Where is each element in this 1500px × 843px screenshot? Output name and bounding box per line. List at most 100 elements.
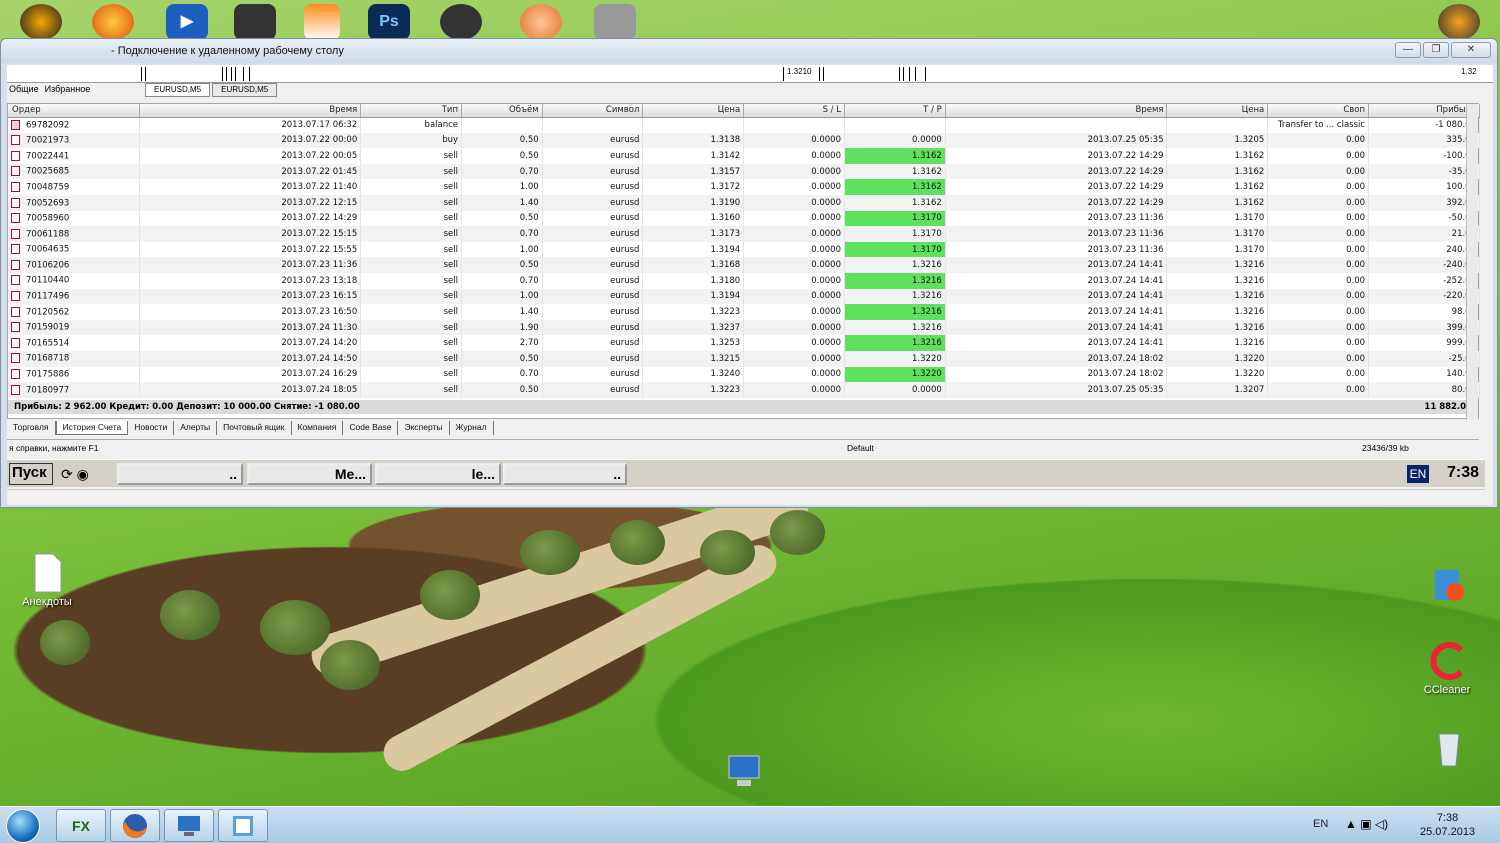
table-row[interactable]: 70064635 2013.07.22 15:55 sell 1.00 eurusd 1.…: [8, 241, 1480, 258]
quicklaunch-icons[interactable]: ⟳ ◉: [61, 466, 89, 483]
order-cell: 70022441: [8, 148, 140, 164]
vertical-scrollbar[interactable]: [1466, 104, 1478, 420]
cell-sym: eurusd: [542, 366, 644, 383]
table-row[interactable]: 70061188 2013.07.22 15:15 sell 0.70 eurusd 1.…: [8, 226, 1480, 242]
remote-task-3[interactable]: le...: [375, 463, 501, 485]
desktop-icon-ccleaner[interactable]: CCleaner: [1412, 640, 1482, 696]
terminal-tab[interactable]: Компания: [292, 421, 344, 435]
aimp-icon[interactable]: [20, 4, 62, 40]
tray-language[interactable]: EN: [1313, 818, 1328, 830]
desktop-icon-windows[interactable]: [1412, 564, 1482, 608]
close-button[interactable]: ✕: [1451, 42, 1491, 58]
remote-language-indicator[interactable]: EN: [1407, 465, 1429, 483]
table-row[interactable]: 70021973 2013.07.22 00:00 buy 0.50 eurusd 1.3…: [8, 132, 1480, 149]
table-row[interactable]: 69782092 2013.07.17 06:32 balance Transfer …: [8, 117, 1480, 133]
cell-cprice: 1.3216: [1166, 257, 1269, 273]
terminal-tab[interactable]: Алерты: [174, 421, 218, 435]
table-row[interactable]: 70180977 2013.07.24 18:05 sell 0.50 eurusd 1.…: [8, 382, 1480, 398]
cell-close: 2013.07.24 14:41: [945, 304, 1168, 320]
play-icon[interactable]: ▶: [166, 4, 208, 40]
desktop-icon-file[interactable]: Анекдоты: [12, 552, 82, 608]
table-row[interactable]: 70175886 2013.07.24 16:29 sell 0.70 eurusd 1.…: [8, 366, 1480, 383]
remote-desktop-taskbar-button[interactable]: [164, 809, 214, 842]
cell-tp: 0.0000: [844, 382, 946, 398]
photoshop-icon[interactable]: Ps: [368, 4, 410, 40]
cell-sym: eurusd: [542, 148, 644, 164]
chart-strip[interactable]: 1.3210 1.32: [7, 65, 1493, 83]
remote-start-button[interactable]: Пуск: [9, 463, 53, 485]
remote-task-4[interactable]: ..: [503, 463, 627, 485]
column-header[interactable]: Ордер: [8, 104, 140, 118]
globe-icon[interactable]: [1438, 4, 1480, 40]
table-row[interactable]: 70120562 2013.07.23 16:50 sell 1.40 eurusd 1.…: [8, 304, 1480, 320]
column-header[interactable]: T / P: [844, 104, 946, 118]
column-header[interactable]: Цена: [642, 104, 745, 118]
window-titlebar[interactable]: - Подключение к удаленному рабочему стол…: [1, 39, 1497, 63]
cell-tp: 1.3170: [844, 226, 946, 242]
terminal-tab[interactable]: Журнал: [450, 421, 494, 435]
utility-icon[interactable]: [594, 4, 636, 40]
cell-open: 2013.07.24 16:29: [139, 366, 362, 383]
cell-close: 2013.07.22 14:29: [945, 148, 1168, 164]
media-player-icon[interactable]: [92, 4, 134, 40]
terminal-tab[interactable]: Code Base: [343, 421, 399, 435]
minimize-button[interactable]: —: [1395, 42, 1421, 58]
desktop-icon-recycle-bin[interactable]: [1414, 726, 1484, 770]
table-row[interactable]: 70025685 2013.07.22 01:45 sell 0.70 eurusd 1.…: [8, 163, 1480, 180]
terminal-tab[interactable]: Эксперты: [398, 421, 450, 435]
chart-tab[interactable]: EURUSD,M5: [212, 83, 278, 97]
column-header[interactable]: Время: [945, 104, 1168, 118]
chart-tab[interactable]: EURUSD,M5: [145, 83, 211, 97]
tray-icons[interactable]: ▲ ▣ ◁): [1345, 817, 1388, 831]
tab-favorites[interactable]: Избранное: [45, 84, 91, 94]
table-row[interactable]: 70022441 2013.07.22 00:05 sell 0.50 eurusd 1.…: [8, 148, 1480, 164]
cell-cprice: 1.3162: [1166, 163, 1269, 180]
metatrader-taskbar-button[interactable]: FX: [56, 809, 106, 842]
balance-icon: [11, 119, 20, 130]
monitor-icon: [728, 755, 760, 786]
table-row[interactable]: 70117496 2013.07.23 16:15 sell 1.00 eurusd 1.…: [8, 288, 1480, 305]
column-header[interactable]: Своп: [1267, 104, 1370, 118]
table-row[interactable]: 70110440 2013.07.23 13:18 sell 0.70 eurusd 1.…: [8, 272, 1480, 289]
camera-icon[interactable]: [440, 4, 482, 40]
table-row[interactable]: 70058960 2013.07.22 14:29 sell 0.50 eurusd 1.…: [8, 210, 1480, 227]
table-row[interactable]: 70168718 2013.07.24 14:50 sell 0.50 eurusd 1.…: [8, 350, 1480, 367]
column-header[interactable]: Прибыль: [1368, 104, 1480, 118]
column-header[interactable]: Тип: [360, 104, 463, 118]
column-header[interactable]: Время: [139, 104, 362, 118]
table-row[interactable]: 70159019 2013.07.24 11:30 sell 1.90 eurusd 1.…: [8, 319, 1480, 336]
notepad-taskbar-button[interactable]: [218, 809, 268, 842]
vlc-icon[interactable]: [304, 4, 340, 40]
table-row[interactable]: 70165514 2013.07.24 14:20 sell 2.70 eurusd 1.…: [8, 335, 1480, 351]
video-icon[interactable]: [520, 4, 562, 40]
terminal-tab[interactable]: Новости: [128, 421, 175, 435]
tab-common[interactable]: Общие: [9, 84, 39, 94]
cell-swap: 0.00: [1267, 319, 1370, 336]
column-header[interactable]: Объём: [461, 104, 543, 118]
cell-sym: eurusd: [542, 194, 644, 211]
table-row[interactable]: 70048759 2013.07.22 11:40 sell 1.00 eurusd 1.…: [8, 179, 1480, 195]
remote-task-2[interactable]: Me...: [247, 463, 372, 485]
start-button[interactable]: [6, 809, 40, 843]
media-player-classic-icon[interactable]: [234, 4, 276, 40]
cell-price: [642, 117, 745, 133]
column-header[interactable]: Символ: [542, 104, 644, 118]
terminal-tab[interactable]: Торговля: [7, 421, 56, 435]
remote-task-1[interactable]: ..: [117, 463, 243, 485]
terminal-tab[interactable]: История Счета: [55, 421, 129, 435]
table-row[interactable]: 70052693 2013.07.22 12:15 sell 1.40 eurusd 1.…: [8, 194, 1480, 211]
tray-clock[interactable]: 7:38 25.07.2013: [1420, 811, 1475, 839]
cell-swap: 0.00: [1267, 304, 1370, 320]
cell-sym: eurusd: [542, 226, 644, 242]
column-header[interactable]: Цена: [1166, 104, 1269, 118]
horizontal-scrollbar[interactable]: [7, 489, 1485, 501]
maximize-button[interactable]: ❐: [1423, 42, 1449, 58]
cell-sl: 0.0000: [743, 304, 845, 320]
firefox-taskbar-button[interactable]: [110, 809, 160, 842]
terminal-tab[interactable]: Почтовый ящик: [217, 421, 292, 435]
cell-sl: 0.0000: [743, 179, 845, 195]
table-row[interactable]: 70106206 2013.07.23 11:36 sell 0.50 eurusd 1.…: [8, 257, 1480, 273]
desktop-icon-remote-desktop[interactable]: [708, 750, 778, 794]
column-header[interactable]: S / L: [743, 104, 845, 118]
cell-vol: 2.70: [461, 335, 543, 351]
